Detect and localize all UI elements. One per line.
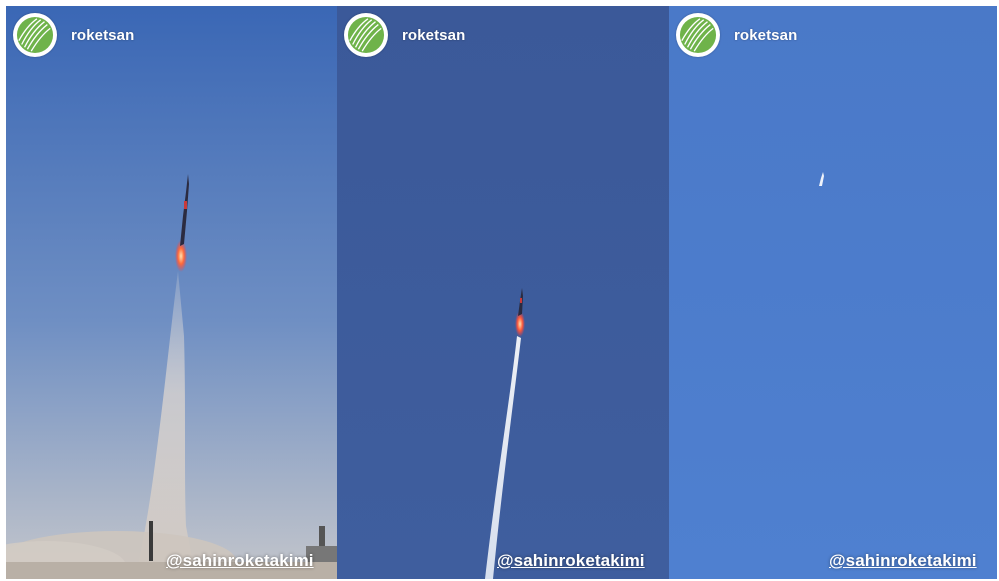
story-collage: roketsan @sahinroketakimi roketsan @sahi… (6, 6, 997, 579)
story-header: roketsan (676, 11, 797, 59)
username-label[interactable]: roketsan (71, 27, 134, 44)
story-panel-2[interactable]: roketsan @sahinroketakimi (337, 6, 669, 579)
roketsan-logo-icon[interactable] (344, 13, 388, 57)
mention-tag[interactable]: @sahinroketakimi (497, 551, 645, 571)
mention-tag[interactable]: @sahinroketakimi (166, 551, 314, 571)
story-panel-3[interactable]: roketsan @sahinroketakimi (669, 6, 997, 579)
story-header: roketsan (344, 11, 465, 59)
roketsan-logo-icon[interactable] (676, 13, 720, 57)
rocket-launch-photo-2 (337, 6, 669, 579)
rocket-launch-photo-3 (669, 6, 997, 579)
story-panel-1[interactable]: roketsan @sahinroketakimi (6, 6, 337, 579)
mention-tag[interactable]: @sahinroketakimi (829, 551, 977, 571)
roketsan-logo-icon[interactable] (13, 13, 57, 57)
mention-handle[interactable]: @sahinroketakimi (166, 551, 314, 570)
story-header: roketsan (13, 11, 134, 59)
rocket-launch-photo-1 (6, 6, 337, 579)
username-label[interactable]: roketsan (734, 27, 797, 44)
mention-handle[interactable]: @sahinroketakimi (829, 551, 977, 570)
username-label[interactable]: roketsan (402, 27, 465, 44)
mention-handle[interactable]: @sahinroketakimi (497, 551, 645, 570)
